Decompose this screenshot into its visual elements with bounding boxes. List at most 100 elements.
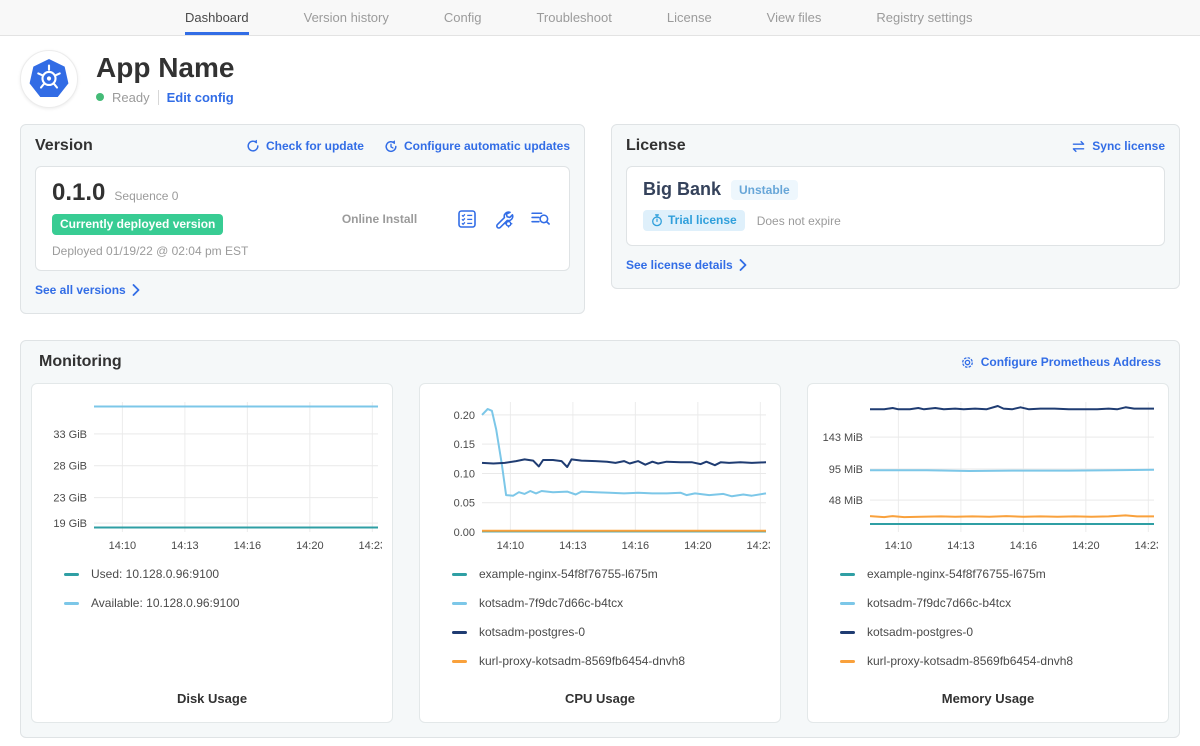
legend-color-dash xyxy=(840,660,855,663)
legend-color-dash xyxy=(840,631,855,634)
legend-item: Available: 10.128.0.96:9100 xyxy=(64,596,382,610)
svg-text:14:16: 14:16 xyxy=(1010,540,1038,552)
tab-version-history[interactable]: Version history xyxy=(304,0,389,35)
svg-text:14:20: 14:20 xyxy=(296,540,324,552)
svg-text:14:20: 14:20 xyxy=(684,540,712,552)
svg-text:14:10: 14:10 xyxy=(885,540,913,552)
legend-label: example-nginx-54f8f76755-l675m xyxy=(867,567,1046,581)
tab-dashboard[interactable]: Dashboard xyxy=(185,0,249,35)
stopwatch-icon xyxy=(651,214,663,227)
view-deploy-logs-button[interactable] xyxy=(530,208,551,229)
see-license-details-link[interactable]: See license details xyxy=(626,258,747,272)
chart-plot: 19 GiB23 GiB28 GiB33 GiB14:1014:1314:161… xyxy=(42,396,382,559)
chart-plot: 0.000.050.100.150.2014:1014:1314:1614:20… xyxy=(430,396,770,559)
channel-badge: Unstable xyxy=(731,180,798,200)
version-card-title: Version xyxy=(35,137,93,155)
legend-color-dash xyxy=(64,602,79,605)
legend-label: kotsadm-postgres-0 xyxy=(867,625,973,639)
legend-color-dash xyxy=(452,573,467,576)
sync-license-link[interactable]: Sync license xyxy=(1071,139,1165,153)
see-all-versions-link[interactable]: See all versions xyxy=(35,283,140,297)
legend-label: kotsadm-postgres-0 xyxy=(479,625,585,639)
tab-config[interactable]: Config xyxy=(444,0,482,35)
legend-item: example-nginx-54f8f76755-l675m xyxy=(840,567,1158,581)
edit-config-link[interactable]: Edit config xyxy=(167,90,234,105)
app-name: App Name xyxy=(96,54,234,82)
deployed-timestamp: Deployed 01/19/22 @ 02:04 pm EST xyxy=(52,244,302,258)
svg-text:0.15: 0.15 xyxy=(454,439,475,451)
legend-label: kurl-proxy-kotsadm-8569fb6454-dnvh8 xyxy=(867,654,1073,668)
chart-title: Disk Usage xyxy=(42,691,382,710)
legend-label: example-nginx-54f8f76755-l675m xyxy=(479,567,658,581)
top-nav: Dashboard Version history Config Troublesho… xyxy=(0,0,1200,36)
chevron-right-icon xyxy=(739,259,747,271)
legend-color-dash xyxy=(452,602,467,605)
legend-item: kotsadm-7f9dc7d66c-b4tcx xyxy=(840,596,1158,610)
deployed-badge: Currently deployed version xyxy=(52,214,223,235)
tab-view-files[interactable]: View files xyxy=(767,0,822,35)
legend-label: Available: 10.128.0.96:9100 xyxy=(91,596,240,610)
tab-troubleshoot[interactable]: Troubleshoot xyxy=(536,0,611,35)
check-for-update-link[interactable]: Check for update xyxy=(246,139,364,153)
svg-text:0.10: 0.10 xyxy=(454,468,475,480)
chevron-right-icon xyxy=(132,284,140,296)
svg-text:0.05: 0.05 xyxy=(454,498,475,510)
svg-text:14:13: 14:13 xyxy=(171,540,199,552)
legend-color-dash xyxy=(64,573,79,576)
license-customer-name: Big Bank xyxy=(643,179,721,200)
svg-text:14:13: 14:13 xyxy=(559,540,587,552)
cpu-usage-chart-card: 0.000.050.100.150.2014:1014:1314:1614:20… xyxy=(419,383,781,723)
svg-text:23 GiB: 23 GiB xyxy=(53,493,87,505)
legend-label: Used: 10.128.0.96:9100 xyxy=(91,567,219,581)
divider xyxy=(158,90,159,105)
disk-usage-chart-card: 19 GiB23 GiB28 GiB33 GiB14:1014:1314:161… xyxy=(31,383,393,723)
legend-color-dash xyxy=(840,602,855,605)
svg-text:0.00: 0.00 xyxy=(454,527,475,539)
chart-plot: 48 MiB95 MiB143 MiB14:1014:1314:1614:201… xyxy=(818,396,1158,559)
legend-item: kotsadm-7f9dc7d66c-b4tcx xyxy=(452,596,770,610)
license-card: License Sync license Big Bank Unstable xyxy=(611,124,1180,289)
app-header: App Name Ready Edit config xyxy=(0,36,1200,124)
version-number: 0.1.0 xyxy=(52,179,105,207)
cards-row: Version Check for update Configure au xyxy=(0,124,1200,314)
charts-row: 19 GiB23 GiB28 GiB33 GiB14:1014:1314:161… xyxy=(31,383,1169,723)
ready-status-dot xyxy=(96,93,104,101)
configure-prometheus-link[interactable]: Configure Prometheus Address xyxy=(960,355,1161,370)
edit-config-button[interactable] xyxy=(493,208,514,229)
chart-legend: example-nginx-54f8f76755-l675m kotsadm-7f… xyxy=(452,567,770,683)
legend-item: kotsadm-postgres-0 xyxy=(452,625,770,639)
legend-color-dash xyxy=(452,631,467,634)
svg-text:48 MiB: 48 MiB xyxy=(829,495,863,507)
sync-arrows-icon xyxy=(1071,140,1086,153)
checklist-icon xyxy=(457,209,477,229)
schedule-icon xyxy=(384,139,398,153)
preflight-checks-button[interactable] xyxy=(457,209,477,229)
svg-text:14:23: 14:23 xyxy=(359,540,382,552)
legend-label: kotsadm-7f9dc7d66c-b4tcx xyxy=(479,596,623,610)
svg-text:33 GiB: 33 GiB xyxy=(53,429,87,441)
svg-text:14:20: 14:20 xyxy=(1072,540,1100,552)
app-status: Ready xyxy=(112,90,150,105)
svg-text:19 GiB: 19 GiB xyxy=(53,518,87,530)
version-sequence: Sequence 0 xyxy=(114,189,178,203)
wrench-gear-icon xyxy=(493,208,514,229)
license-type-badge: Trial license xyxy=(643,210,745,231)
tab-license[interactable]: License xyxy=(667,0,712,35)
svg-text:0.20: 0.20 xyxy=(454,410,475,422)
license-card-title: License xyxy=(626,137,686,155)
version-card: Version Check for update Configure au xyxy=(20,124,585,314)
deployed-version-panel: 0.1.0 Sequence 0 Currently deployed vers… xyxy=(35,166,570,271)
app-title-block: App Name Ready Edit config xyxy=(96,54,234,105)
tab-registry-settings[interactable]: Registry settings xyxy=(876,0,972,35)
legend-item: Used: 10.128.0.96:9100 xyxy=(64,567,382,581)
kubernetes-icon xyxy=(28,58,70,100)
memory-usage-chart-card: 48 MiB95 MiB143 MiB14:1014:1314:1614:201… xyxy=(807,383,1169,723)
legend-item: example-nginx-54f8f76755-l675m xyxy=(452,567,770,581)
legend-color-dash xyxy=(840,573,855,576)
refresh-icon xyxy=(246,139,260,153)
legend-color-dash xyxy=(452,660,467,663)
configure-auto-updates-link[interactable]: Configure automatic updates xyxy=(384,139,570,153)
legend-item: kotsadm-postgres-0 xyxy=(840,625,1158,639)
legend-label: kotsadm-7f9dc7d66c-b4tcx xyxy=(867,596,1011,610)
monitoring-section: Monitoring Configure Prometheus Address … xyxy=(20,340,1180,738)
